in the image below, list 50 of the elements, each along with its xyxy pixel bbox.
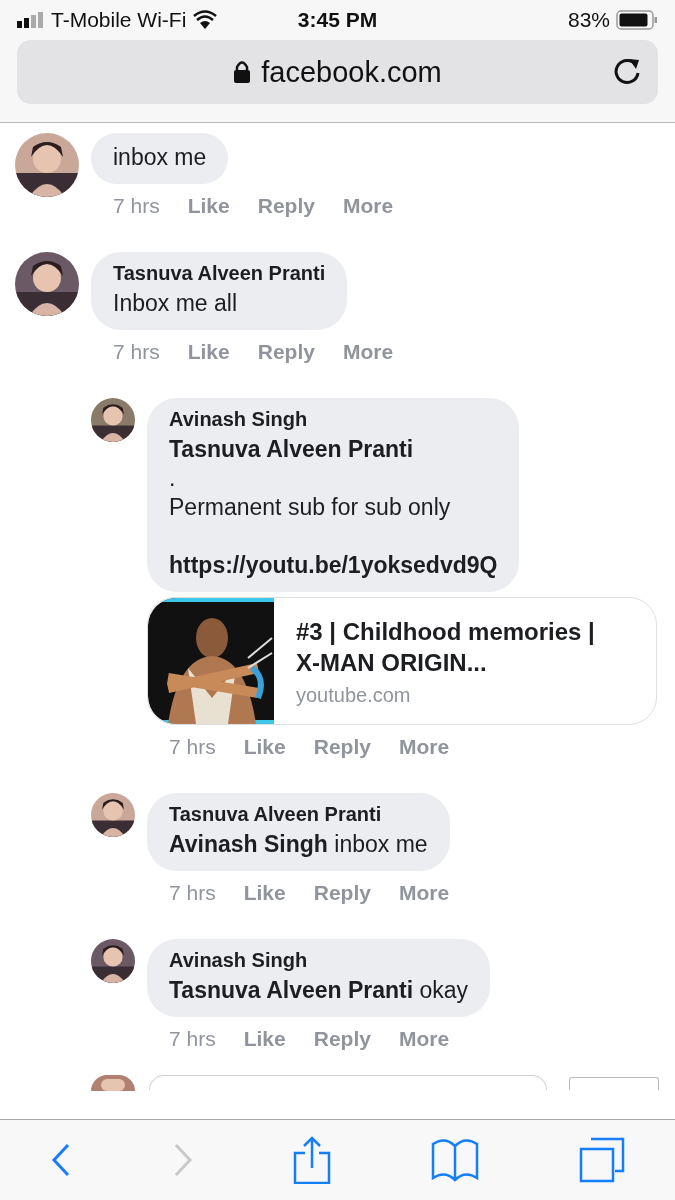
comment-author[interactable]: Avinash Singh xyxy=(169,949,469,972)
battery-icon xyxy=(616,10,658,30)
comment-text: Tasnuva Alveen Pranti okay xyxy=(169,976,469,1005)
comment-text: Avinash Singh inbox me xyxy=(169,830,428,859)
wifi-icon xyxy=(192,10,219,30)
clock-time: 3:45 PM xyxy=(297,8,378,32)
share-icon xyxy=(293,1136,332,1184)
comment-time: 7 hrs xyxy=(169,1027,216,1051)
comment-time: 7 hrs xyxy=(113,194,160,218)
comment-text: Permanent sub for sub only xyxy=(169,493,452,522)
reload-icon[interactable] xyxy=(612,57,642,87)
comment-author[interactable]: Tasnuva Alveen Pranti xyxy=(169,803,428,826)
preview-domain: youtube.com xyxy=(296,684,412,707)
comment-text: inbox me xyxy=(113,143,207,172)
book-icon xyxy=(431,1138,480,1182)
preview-title: #3 | Childhood memories | X-MAN ORIGIN... xyxy=(296,617,596,678)
comment-action-link[interactable]: Reply xyxy=(313,735,371,759)
signal-icon xyxy=(17,12,45,28)
comment-time: 7 hrs xyxy=(169,735,216,759)
comment-author[interactable]: Avinash Singh xyxy=(169,408,498,431)
comment-time: 7 hrs xyxy=(169,881,216,905)
comment-text: Inbox me all xyxy=(113,289,238,318)
comment-action-link[interactable]: Reply xyxy=(257,194,315,218)
comment-time: 7 hrs xyxy=(113,340,160,364)
mention-link[interactable]: Tasnuva Alveen Pranti xyxy=(169,435,498,464)
lock-icon xyxy=(233,60,252,84)
post-button[interactable] xyxy=(569,1077,659,1090)
tabs-icon xyxy=(579,1137,626,1183)
carrier-name: T-Mobile Wi-Fi xyxy=(51,8,187,32)
comment-action-link[interactable]: More xyxy=(398,881,450,905)
link-preview[interactable]: #3 | Childhood memories | X-MAN ORIGIN... youtube.com xyxy=(147,597,657,725)
comment-action-link[interactable]: Like xyxy=(187,194,230,218)
comment-action-link[interactable]: Like xyxy=(243,1027,286,1051)
comment-action-link[interactable]: More xyxy=(342,340,394,364)
address-bar[interactable]: facebook.com xyxy=(17,40,658,104)
back-icon xyxy=(49,1142,72,1178)
comment-action-link[interactable]: Reply xyxy=(257,340,315,364)
url-text: facebook.com xyxy=(261,55,442,89)
comment-action-link[interactable]: Like xyxy=(243,735,286,759)
comment-action-link[interactable]: Like xyxy=(243,881,286,905)
comment-action-link[interactable]: Like xyxy=(187,340,230,364)
comment-link[interactable]: https://youtu.be/1yoksedvd9Q xyxy=(169,551,498,580)
comment-author[interactable]: Tasnuva Alveen Pranti xyxy=(113,262,326,285)
battery-percent: 83% xyxy=(567,8,610,32)
comment-action-link[interactable]: More xyxy=(342,194,394,218)
comment-action-link[interactable]: Reply xyxy=(313,881,371,905)
comment-action-link[interactable]: Reply xyxy=(313,1027,371,1051)
comment-text: . xyxy=(169,464,177,493)
comment-action-link[interactable]: More xyxy=(398,1027,450,1051)
comment-action-link[interactable]: More xyxy=(398,735,450,759)
